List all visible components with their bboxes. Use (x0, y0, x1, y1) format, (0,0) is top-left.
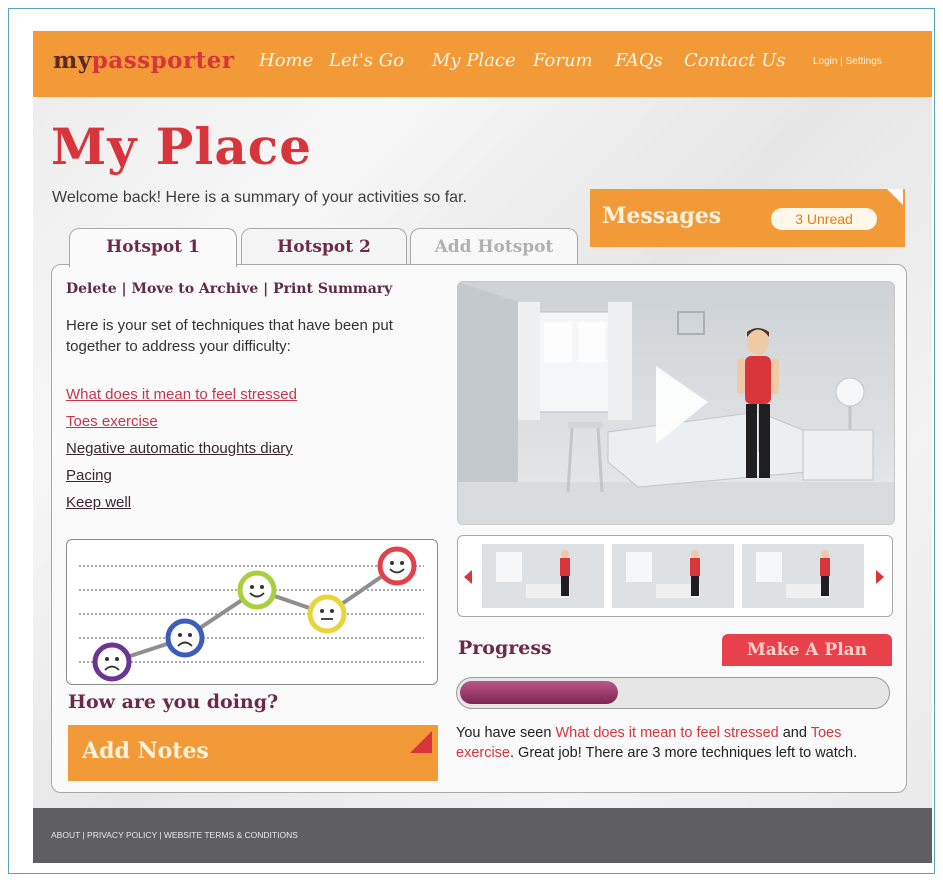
mood-smiley-icon (307, 594, 347, 634)
summary-text: and (778, 725, 811, 741)
technique-link[interactable]: What does it mean to feel stressed (66, 386, 297, 403)
action-separator: | (258, 281, 274, 297)
add-notes-label: Add Notes (82, 738, 209, 764)
mood-smiley-icon (165, 618, 205, 658)
progress-summary: You have seen What does it mean to feel … (456, 723, 892, 763)
nav-home[interactable]: Home (259, 50, 313, 71)
messages-label: Messages (602, 203, 722, 229)
login-settings-link[interactable]: Login | Settings (813, 56, 882, 67)
unread-badge[interactable]: 3 Unread (771, 208, 877, 230)
video-thumbnail-strip (457, 535, 893, 617)
top-nav-bar: mypassporter Home Let's Go My Place Foru… (33, 31, 932, 97)
next-arrow-icon[interactable] (876, 570, 884, 584)
summary-text: . Great job! There are 3 more techniques… (510, 745, 858, 761)
tab-hotspot-1[interactable]: Hotspot 1 (69, 228, 237, 267)
thumbnail-image (612, 544, 734, 608)
nav-forum[interactable]: Forum (533, 50, 593, 71)
make-a-plan-button[interactable]: Make A Plan (722, 634, 892, 666)
technique-link[interactable]: Keep well (66, 494, 131, 511)
summary-text: You have seen (456, 725, 556, 741)
logo[interactable]: mypassporter (53, 47, 235, 74)
mood-smiley-icon (377, 546, 417, 586)
move-to-archive-link[interactable]: Move to Archive (132, 281, 259, 297)
page-fold-icon (410, 731, 432, 753)
thumbnail-image (742, 544, 864, 608)
video-thumbnail[interactable] (482, 544, 604, 608)
mood-chart-svg (79, 546, 424, 682)
mood-smiley-icon (237, 570, 277, 610)
summary-technique: What does it mean to feel stressed (555, 725, 779, 741)
nav-faqs[interactable]: FAQs (615, 50, 663, 71)
page-fold-icon (887, 189, 903, 205)
action-separator: | (116, 281, 132, 297)
action-links: Delete | Move to Archive | Print Summary (66, 281, 392, 297)
delete-link[interactable]: Delete (66, 281, 117, 297)
tab-hotspot-2[interactable]: Hotspot 2 (241, 228, 407, 265)
page-title: My Place (51, 117, 313, 176)
technique-link[interactable]: Negative automatic thoughts diary (66, 440, 293, 457)
print-summary-link[interactable]: Print Summary (273, 281, 392, 297)
page: mypassporter Home Let's Go My Place Foru… (33, 31, 932, 863)
progress-bar (456, 677, 890, 709)
hotspot-panel: Delete | Move to Archive | Print Summary… (51, 264, 907, 793)
progress-heading: Progress (458, 637, 552, 659)
prev-arrow-icon[interactable] (464, 570, 472, 584)
nav-lets-go[interactable]: Let's Go (329, 50, 404, 71)
logo-text-passporter: passporter (91, 47, 235, 74)
welcome-text: Welcome back! Here is a summary of your … (52, 189, 467, 206)
thumbnail-image (482, 544, 604, 608)
footer-links[interactable]: ABOUT | PRIVACY POLICY | WEBSITE TERMS &… (51, 830, 298, 840)
techniques-intro: Here is your set of techniques that have… (66, 317, 393, 355)
logo-text-my: my (53, 47, 92, 74)
technique-link[interactable]: Pacing (66, 467, 112, 484)
progress-bar-fill (460, 681, 618, 704)
mood-smiley-icon (92, 642, 132, 682)
add-notes-button[interactable]: Add Notes (68, 725, 438, 781)
tab-add-hotspot[interactable]: Add Hotspot (410, 228, 578, 265)
technique-link[interactable]: Toes exercise (66, 413, 158, 430)
nav-my-place[interactable]: My Place (432, 50, 516, 71)
footer: ABOUT | PRIVACY POLICY | WEBSITE TERMS &… (33, 808, 932, 863)
video-player[interactable] (457, 281, 895, 525)
messages-panel[interactable]: Messages 3 Unread (590, 189, 905, 247)
video-scene (458, 282, 894, 524)
video-thumbnail[interactable] (612, 544, 734, 608)
video-thumbnail[interactable] (742, 544, 864, 608)
mood-chart (66, 539, 438, 685)
nav-contact-us[interactable]: Contact Us (684, 50, 786, 71)
how-are-you-doing-heading: How are you doing? (68, 691, 279, 713)
